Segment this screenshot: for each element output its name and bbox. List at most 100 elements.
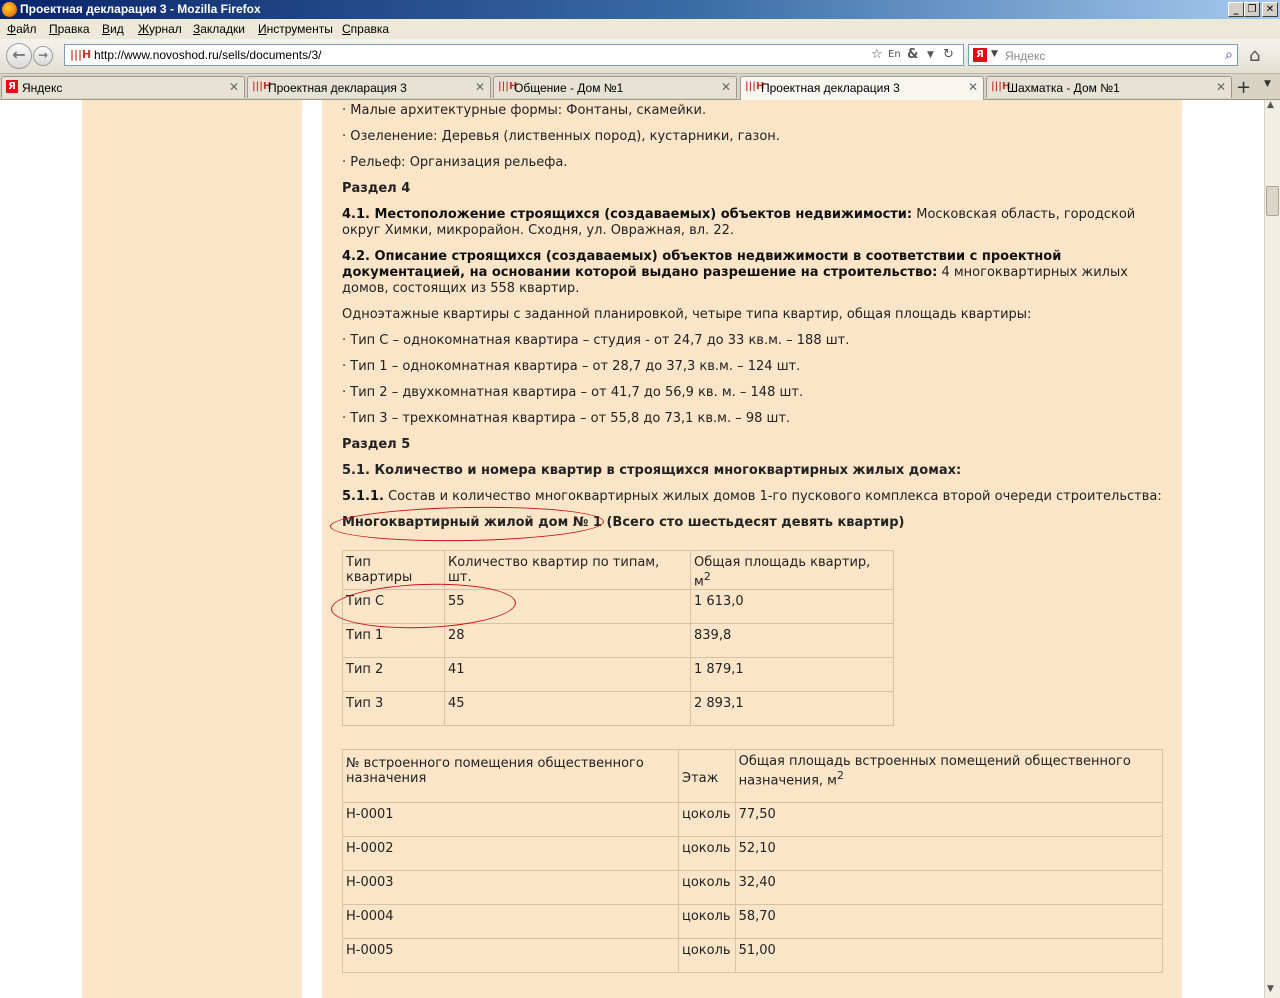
table-cell: 1 879,1 [690, 657, 894, 693]
table-cell: цоколь [678, 904, 736, 939]
table-header-row: № встроенного помещения общественного на… [342, 749, 1163, 803]
tab-communication[interactable]: |||H Общение - Дом №1 ✕ [493, 76, 737, 98]
tab-label: Проектная декларация 3 [268, 81, 407, 95]
apartment-type-1: · Тип 1 – однокомнатная квартира – от 28… [342, 359, 801, 374]
page-content: · Малые архитектурные формы: Фонтаны, ск… [0, 100, 1264, 998]
menu-history[interactable]: Журнал [138, 22, 182, 36]
table-row: Тип С 55 1 613,0 [342, 589, 894, 625]
back-button[interactable]: ← [6, 43, 32, 69]
table-row: Тип 3 45 2 893,1 [342, 691, 894, 727]
table-cell: цоколь [678, 802, 736, 837]
paragraph-5-1-1-label: 5.1.1. [342, 489, 384, 504]
table-header-cell: Тип квартиры [342, 549, 445, 591]
tab-label: Яндекс [22, 81, 63, 95]
vertical-scrollbar[interactable]: ▲ ▼ [1264, 100, 1280, 998]
table-header-row: Тип квартиры Количество квартир по типам… [342, 549, 894, 591]
header-superscript: 2 [703, 570, 711, 583]
scroll-down-arrow-icon[interactable]: ▼ [1267, 984, 1274, 994]
menu-bar: Файл Правка Вид Журнал Закладки Инструме… [0, 19, 1280, 39]
table-row: Тип 1 28 839,8 [342, 623, 894, 659]
navigation-toolbar: ← → |||H http://www.novoshod.ru/sells/do… [0, 39, 1280, 74]
table-cell: Н-0004 [342, 904, 679, 939]
table-cell: цоколь [678, 836, 736, 871]
close-tab-icon[interactable]: ✕ [968, 80, 978, 94]
url-text[interactable]: http://www.novoshod.ru/sells/documents/3… [94, 48, 321, 62]
table-row: Н-0004 цоколь 58,70 [342, 904, 1163, 939]
table-header-cell: № встроенного помещения общественного на… [342, 749, 679, 803]
maximize-button[interactable]: ❐ [1244, 2, 1260, 17]
paragraph-5-1: 5.1. Количество и номера квартир в строя… [342, 463, 962, 478]
search-bar[interactable]: Я ▼ Яндекс ⌕ [968, 44, 1238, 66]
line-landscaping: · Озеленение: Деревья (лиственных пород)… [342, 129, 780, 144]
table-cell: Н-0002 [342, 836, 679, 871]
close-tab-icon[interactable]: ✕ [475, 80, 485, 94]
url-bar[interactable]: |||H http://www.novoshod.ru/sells/docume… [64, 44, 964, 66]
table-cell: 55 [444, 589, 691, 625]
search-input[interactable]: Яндекс [1005, 49, 1045, 63]
table-cell: Н-0003 [342, 870, 679, 905]
minimize-button[interactable]: _ [1228, 2, 1244, 17]
apartments-table: Тип квартиры Количество квартир по типам… [342, 549, 894, 727]
reload-icon[interactable]: ↻ [943, 47, 954, 62]
paragraph-4-1-label: 4.1. Местоположение строящихся (создавае… [342, 207, 913, 222]
tab-label: Проектная декларация 3 [761, 81, 900, 95]
menu-bookmarks[interactable]: Закладки [193, 22, 245, 36]
table-cell: цоколь [678, 870, 736, 905]
search-engine-dropdown-icon[interactable]: ▼ [991, 49, 998, 59]
table-row: Н-0003 цоколь 32,40 [342, 870, 1163, 905]
apartment-type-2: · Тип 2 – двухкомнатная квартира – от 41… [342, 385, 804, 400]
forward-button[interactable]: → [33, 46, 53, 66]
paragraph-layout: Одноэтажные квартиры с заданной планиров… [342, 307, 1032, 322]
apartment-type-3: · Тип 3 – трехкомнатная квартира – от 55… [342, 411, 791, 426]
translate-icon[interactable]: En [888, 49, 901, 60]
tab-label: Шахматка - Дом №1 [1007, 81, 1120, 95]
table-row: Н-0001 цоколь 77,50 [342, 802, 1163, 837]
premises-table: № встроенного помещения общественного на… [342, 749, 1163, 973]
tab-chessboard[interactable]: |||H Шахматка - Дом №1 ✕ [986, 76, 1232, 98]
close-tab-icon[interactable]: ✕ [229, 80, 239, 94]
list-all-tabs-icon[interactable]: ▼ [1264, 79, 1271, 89]
url-dropdown-icon[interactable]: ▼ [927, 50, 934, 60]
table-cell: 28 [444, 623, 691, 659]
line-small-forms: · Малые архитектурные формы: Фонтаны, ск… [342, 103, 707, 118]
paragraph-5-1-1-text: Состав и количество многоквартирных жилы… [383, 489, 1162, 504]
scroll-up-arrow-icon[interactable]: ▲ [1267, 100, 1274, 110]
window-title: Проектная декларация 3 - Mozilla Firefox [20, 2, 261, 16]
table-cell: 51,00 [734, 938, 1163, 973]
new-tab-icon[interactable]: + [1236, 77, 1251, 98]
table-cell: 45 [444, 691, 691, 727]
ampersand-icon[interactable]: & [907, 47, 918, 62]
table-cell: цоколь [678, 938, 736, 973]
table-cell: 41 [444, 657, 691, 693]
close-tab-icon[interactable]: ✕ [721, 80, 731, 94]
table-row: Н-0005 цоколь 51,00 [342, 938, 1163, 973]
close-tab-icon[interactable]: ✕ [1216, 80, 1226, 94]
table-cell: Тип 1 [342, 623, 445, 659]
tab-yandex[interactable]: Я Яндекс ✕ [1, 76, 245, 98]
table-cell: 2 893,1 [690, 691, 894, 727]
menu-view[interactable]: Вид [102, 22, 124, 36]
home-icon[interactable]: ⌂ [1249, 45, 1260, 66]
paragraph-5-1-1: 5.1.1. Состав и количество многоквартирн… [342, 489, 1162, 505]
apartment-type-c: · Тип С – однокомнатная квартира – студи… [342, 333, 850, 348]
table-cell: 58,70 [734, 904, 1163, 939]
table-cell: Тип 2 [342, 657, 445, 693]
menu-edit[interactable]: Правка [49, 22, 90, 36]
section-4-heading: Раздел 4 [342, 181, 411, 196]
tab-project-declaration-active[interactable]: |||H Проектная декларация 3 ✕ [740, 76, 984, 100]
table-cell: 52,10 [734, 836, 1163, 871]
yandex-icon[interactable]: Я [973, 48, 987, 62]
search-icon[interactable]: ⌕ [1225, 47, 1233, 63]
table-cell: 1 613,0 [690, 589, 894, 625]
menu-help[interactable]: Справка [342, 22, 389, 36]
tab-strip: Я Яндекс ✕ |||H Проектная декларация 3 ✕… [0, 74, 1280, 100]
close-window-button[interactable]: ✕ [1262, 2, 1278, 17]
tab-project-declaration[interactable]: |||H Проектная декларация 3 ✕ [247, 76, 491, 98]
table-row: Н-0002 цоколь 52,10 [342, 836, 1163, 871]
menu-tools[interactable]: Инструменты [258, 22, 333, 36]
bookmark-star-icon[interactable]: ☆ [871, 47, 883, 62]
menu-file[interactable]: Файл [7, 22, 37, 36]
scrollbar-thumb[interactable] [1266, 186, 1279, 216]
section-5-heading: Раздел 5 [342, 437, 411, 452]
header-superscript: 2 [836, 769, 844, 782]
